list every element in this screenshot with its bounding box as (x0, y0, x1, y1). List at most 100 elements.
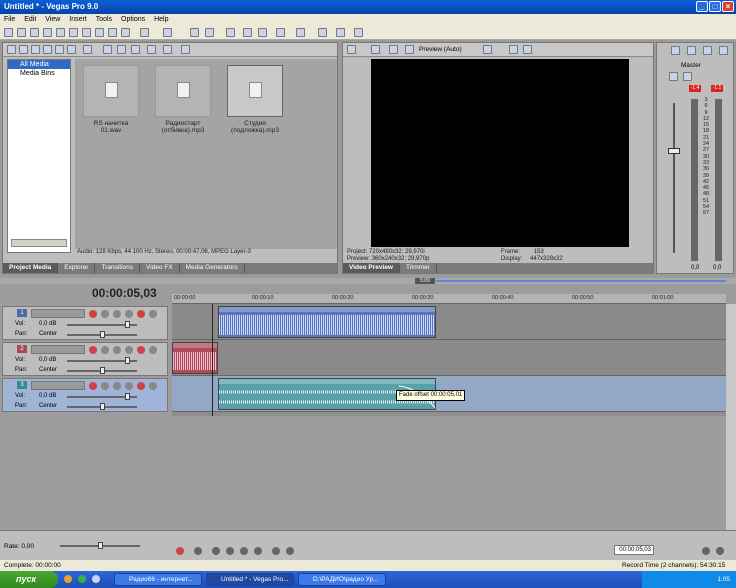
copy-snapshot-icon[interactable] (509, 45, 518, 54)
capture-icon[interactable] (19, 45, 28, 54)
menu-options[interactable]: Options (121, 16, 145, 23)
tab-video-preview[interactable]: Video Preview (343, 263, 400, 273)
tab-video-fx[interactable]: Video FX (140, 263, 180, 273)
loop-region-marker[interactable]: 5:09 (415, 278, 435, 284)
tab-transitions[interactable]: Transitions (95, 263, 141, 273)
start-preview-icon[interactable] (117, 45, 126, 54)
pause-icon[interactable] (240, 547, 248, 555)
external-monitor-icon[interactable] (371, 45, 380, 54)
save-as-icon[interactable] (43, 28, 52, 37)
master-fx-icon[interactable] (687, 46, 696, 55)
arm-record-icon[interactable] (89, 382, 97, 390)
remove-media-icon[interactable] (103, 45, 112, 54)
zoom-out-icon[interactable] (716, 547, 724, 555)
record-icon[interactable] (176, 547, 184, 555)
preview-quality-select[interactable]: Preview (Auto) (419, 43, 462, 57)
invert-phase-icon[interactable] (101, 346, 109, 354)
selection-tool-icon[interactable] (318, 28, 327, 37)
get-media-icon[interactable] (31, 45, 40, 54)
pan-slider[interactable] (67, 331, 137, 338)
properties-icon[interactable] (56, 28, 65, 37)
mute-icon[interactable] (137, 346, 145, 354)
redo-icon[interactable] (163, 28, 172, 37)
solo-icon[interactable] (149, 382, 157, 390)
pan-slider[interactable] (67, 403, 137, 410)
timeline-overview-bar[interactable]: 5:09 (0, 278, 736, 284)
volume-slider[interactable] (67, 321, 137, 328)
arm-record-icon[interactable] (89, 310, 97, 318)
normal-edit-icon[interactable] (276, 28, 285, 37)
master-mute-icon[interactable] (669, 72, 678, 81)
snap-icon[interactable] (190, 28, 199, 37)
track-header-2[interactable]: 2 Vol: 0,0 dB Pan: Center (2, 342, 168, 376)
master-properties-icon[interactable] (671, 46, 680, 55)
lock-envelopes-icon[interactable] (226, 28, 235, 37)
import-media-icon[interactable] (7, 45, 16, 54)
track-fx-icon[interactable] (113, 382, 121, 390)
solo-icon[interactable] (149, 346, 157, 354)
automation-icon[interactable] (125, 382, 133, 390)
media-file-item[interactable]: RS начитка 01.wav (83, 65, 139, 134)
copy-icon[interactable] (95, 28, 104, 37)
preview-quality-icon[interactable] (405, 45, 414, 54)
render-icon[interactable] (69, 28, 78, 37)
solo-icon[interactable] (149, 310, 157, 318)
auto-ripple-icon[interactable] (205, 28, 214, 37)
menu-file[interactable]: File (4, 16, 15, 23)
go-to-end-icon[interactable] (286, 547, 294, 555)
envelope-tool-icon[interactable] (296, 28, 305, 37)
master-fader-knob[interactable] (668, 148, 680, 154)
loop-playback-icon[interactable] (194, 547, 202, 555)
tree-horizontal-scrollbar[interactable] (11, 239, 67, 247)
media-fx-icon[interactable] (67, 45, 76, 54)
cut-icon[interactable] (82, 28, 91, 37)
maximize-button[interactable]: □ (709, 1, 721, 12)
menu-edit[interactable]: Edit (24, 16, 36, 23)
menu-view[interactable]: View (45, 16, 60, 23)
crossfade-icon[interactable] (243, 28, 252, 37)
close-button[interactable]: × (722, 1, 734, 12)
zoom-media-icon[interactable] (181, 45, 190, 54)
track-name-field[interactable] (31, 381, 85, 390)
quicklaunch-desktop-icon[interactable] (92, 575, 100, 583)
tab-media-generators[interactable]: Media Generators (180, 263, 245, 273)
menu-tools[interactable]: Tools (96, 16, 112, 23)
track-name-field[interactable] (31, 309, 85, 318)
search-media-icon[interactable] (83, 45, 92, 54)
ignore-grouping-icon[interactable] (258, 28, 267, 37)
audio-clip[interactable] (218, 306, 436, 338)
zoom-in-icon[interactable] (702, 547, 710, 555)
delete-icon[interactable] (121, 28, 130, 37)
track-name-field[interactable] (31, 345, 85, 354)
volume-slider[interactable] (67, 357, 137, 364)
menu-insert[interactable]: Insert (69, 16, 87, 23)
pan-slider[interactable] (67, 367, 137, 374)
time-ruler[interactable]: 00:00:00 00:00:10 00:00:20 00:00:30 00:0… (172, 294, 726, 304)
save-icon[interactable] (30, 28, 39, 37)
new-icon[interactable] (4, 28, 13, 37)
zoom-tool-icon[interactable] (336, 28, 345, 37)
track-lane-1[interactable] (172, 304, 726, 340)
play-from-start-icon[interactable] (212, 547, 220, 555)
open-icon[interactable] (17, 28, 26, 37)
taskbar-item-browser[interactable]: Радио66 - интернет... (114, 573, 202, 586)
stop-icon[interactable] (254, 547, 262, 555)
auto-preview-icon[interactable] (147, 45, 156, 54)
volume-slider[interactable] (67, 393, 137, 400)
views-icon[interactable] (163, 45, 172, 54)
split-screen-icon[interactable] (389, 45, 398, 54)
track-fx-icon[interactable] (113, 346, 121, 354)
invert-phase-icon[interactable] (101, 382, 109, 390)
dim-output-icon[interactable] (719, 46, 728, 55)
play-icon[interactable] (226, 547, 234, 555)
taskbar-item-folder[interactable]: D:\РАДИО\радио Ур... (298, 573, 386, 586)
invert-phase-icon[interactable] (101, 310, 109, 318)
media-file-item-selected[interactable]: Студия (подложка).mp3 (227, 65, 283, 134)
rate-slider[interactable] (60, 542, 140, 549)
mute-icon[interactable] (137, 382, 145, 390)
quicklaunch-media-icon[interactable] (78, 575, 86, 583)
master-solo-icon[interactable] (683, 72, 692, 81)
downmix-icon[interactable] (703, 46, 712, 55)
go-to-start-icon[interactable] (272, 547, 280, 555)
track-header-3[interactable]: 3 Vol: 0,0 dB Pan: Center (2, 378, 168, 412)
